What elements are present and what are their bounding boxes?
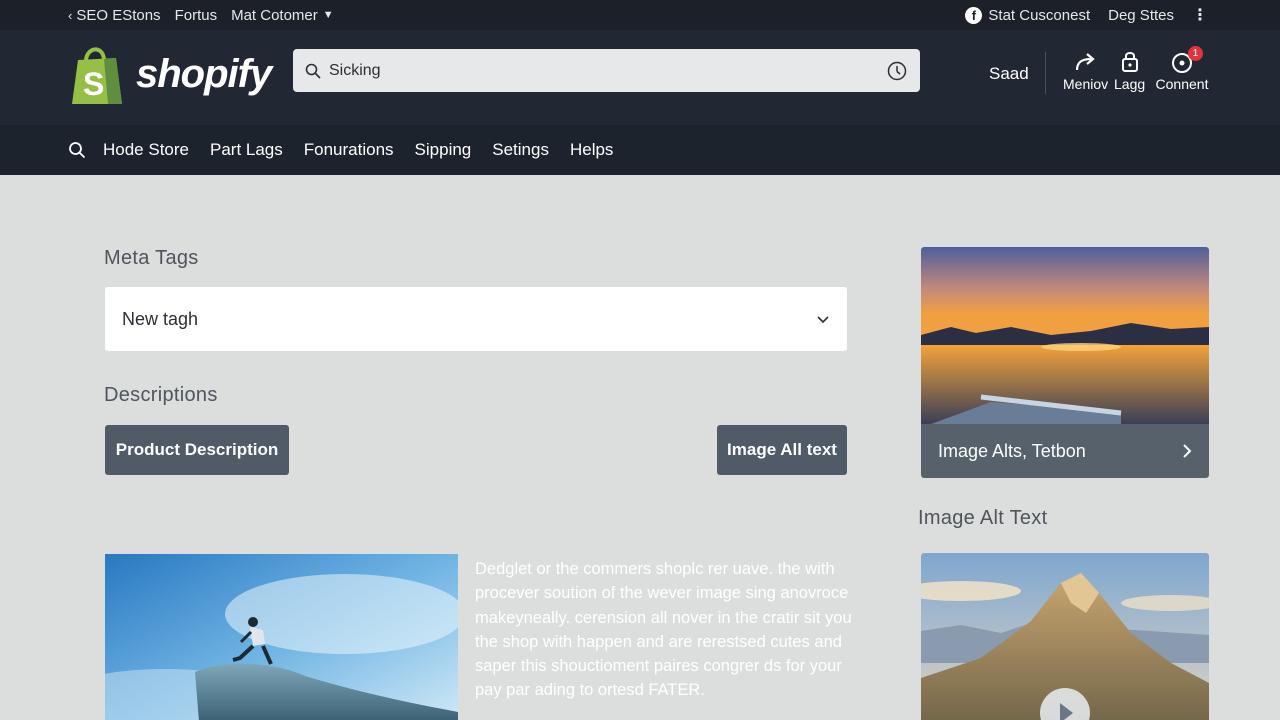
topbar-dropdown[interactable]: Mat Cotomer ▼ xyxy=(231,7,334,24)
chevron-right-icon xyxy=(1183,444,1192,458)
caret-down-icon: ▼ xyxy=(322,9,334,21)
shopify-logo[interactable]: S shopify xyxy=(68,42,272,106)
meta-tags-select-value: New tagh xyxy=(122,308,199,329)
nav-search-icon[interactable] xyxy=(68,141,86,159)
header-action-label: Meniov xyxy=(1063,76,1109,92)
image-alt-card-title: Image Alts, Tetbon xyxy=(938,440,1086,461)
user-name[interactable]: Saad xyxy=(989,64,1029,84)
header-action-bag[interactable]: Lagg xyxy=(1114,48,1145,92)
topbar-link-fortus[interactable]: Fortus xyxy=(175,7,218,24)
image-alt-text-label: Image Alt Text xyxy=(918,507,1048,529)
facebook-icon: f xyxy=(965,6,983,24)
forward-arrow-icon xyxy=(1075,53,1095,71)
topbar-dropdown-label: Mat Cotomer xyxy=(231,6,318,24)
chevron-down-icon xyxy=(817,316,829,324)
climber-illustration xyxy=(105,554,458,720)
nav-item-home-store[interactable]: Hode Store xyxy=(103,140,189,160)
meta-tags-label: Meta Tags xyxy=(104,247,199,269)
more-vertical-icon[interactable]: ⋮ xyxy=(1192,5,1208,25)
notification-badge: 1 xyxy=(1188,46,1203,61)
header-action-notifications[interactable]: 1 Connent xyxy=(1155,46,1209,92)
top-utility-bar: ‹ SEO EStons Fortus Mat Cotomer ▼ f Stat… xyxy=(0,0,1280,30)
search-input[interactable] xyxy=(329,61,886,80)
shopify-bag-icon: S xyxy=(72,47,122,104)
description-paragraph: Dedglet or the commers shoplc rer uave. … xyxy=(475,560,852,700)
image-alt-card-footer[interactable]: Image Alts, Tetbon xyxy=(921,424,1209,478)
logo-wordmark: shopify xyxy=(136,51,272,96)
product-description-button[interactable]: Product Description xyxy=(105,425,289,475)
main-header: S shopify Saad Meniov Lagg xyxy=(0,30,1280,125)
nav-item-shipping[interactable]: Sipping xyxy=(415,140,472,160)
nav-item-settings[interactable]: Setings xyxy=(492,140,549,160)
meta-tags-select[interactable]: New tagh xyxy=(105,287,847,351)
topbar-link-seo[interactable]: SEO EStons xyxy=(76,7,160,24)
nav-item-fonurations[interactable]: Fonurations xyxy=(304,140,394,160)
topbar-link-status[interactable]: f Stat Cusconest xyxy=(965,6,1091,24)
header-action-label: Connent xyxy=(1155,76,1209,92)
svg-text:S: S xyxy=(83,66,104,102)
search-bar[interactable] xyxy=(293,49,920,92)
topbar-link-settings[interactable]: Deg Sttes xyxy=(1108,7,1174,24)
mountain-image xyxy=(921,553,1209,720)
header-action-forward[interactable]: Meniov xyxy=(1063,48,1108,92)
bag-lock-icon xyxy=(1121,52,1138,72)
back-chevron-icon[interactable]: ‹ xyxy=(68,8,72,23)
image-alt-card[interactable]: Image Alts, Tetbon xyxy=(921,247,1209,478)
nav-item-part-lags[interactable]: Part Lags xyxy=(210,140,283,160)
nav-item-helps[interactable]: Helps xyxy=(570,140,613,160)
search-icon xyxy=(305,63,321,79)
header-divider xyxy=(1045,52,1046,94)
main-nav: Hode Store Part Lags Fonurations Sipping… xyxy=(0,125,1280,175)
topbar-status-label: Stat Cusconest xyxy=(988,6,1091,24)
sunset-lake-image xyxy=(921,247,1209,424)
history-clock-icon[interactable] xyxy=(886,60,908,82)
image-alt-text-button[interactable]: Image All text xyxy=(717,425,847,475)
descriptions-label: Descriptions xyxy=(104,384,218,406)
hero-image-climber xyxy=(105,554,458,720)
header-action-label: Lagg xyxy=(1114,76,1146,92)
mountain-video-card[interactable] xyxy=(921,553,1209,720)
